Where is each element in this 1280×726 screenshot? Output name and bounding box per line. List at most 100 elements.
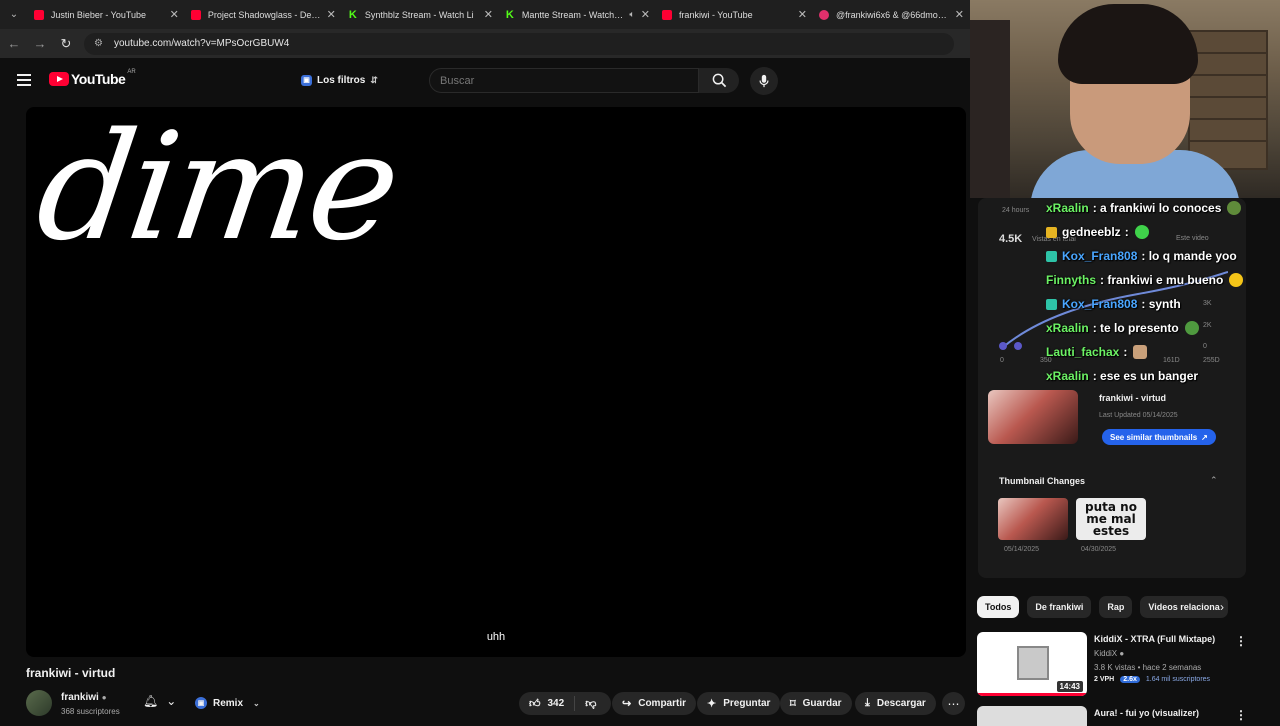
close-icon[interactable]: ✕ (955, 8, 964, 21)
share-button[interactable]: ↪ Compartir (612, 692, 697, 715)
chat-username: Kox_Fran808 (1062, 297, 1138, 311)
browser-tab[interactable]: Justin Bieber - YouTube ✕ (28, 0, 185, 29)
video-caption: uhh (486, 631, 506, 643)
tab-title: Project Shadowglass - Develop (207, 9, 321, 20)
ext-video-title: frankiwi - virtud (1099, 393, 1167, 403)
video-duration: 14:43 (1056, 681, 1083, 692)
thumbnail-changes-title: Thumbnail Changes (999, 476, 1086, 486)
browser-tab-strip: ⌄ Justin Bieber - YouTube ✕ Project Shad… (0, 0, 970, 29)
instagram-icon (818, 9, 829, 20)
recommendation-channel[interactable]: KiddiX ● (1094, 649, 1124, 658)
channel-avatar[interactable] (26, 690, 52, 716)
browser-tab[interactable]: frankiwi - YouTube ✕ (656, 0, 813, 29)
url-text: youtube.com/watch?v=MPsOcrGBUW4 (114, 38, 290, 49)
video-title: frankiwi - virtud (26, 666, 116, 680)
like-count: 342 (547, 698, 565, 709)
chevron-right-icon[interactable]: › (1220, 600, 1224, 614)
search-input[interactable] (430, 69, 698, 92)
search-button[interactable] (699, 68, 739, 93)
bell-icon: 🔔︎ (143, 694, 159, 708)
watch-progress-bar (977, 693, 1087, 696)
chevron-up-icon[interactable]: ⌃ (1210, 475, 1218, 486)
chip-all[interactable]: Todos (977, 596, 1020, 618)
thumbnail-art (1017, 646, 1049, 680)
thumbnail-change[interactable] (998, 498, 1068, 540)
emote-icon (1133, 345, 1148, 359)
youtube-logo[interactable]: YouTube AR (49, 69, 136, 87)
close-icon[interactable]: ✕ (798, 8, 807, 21)
tab-search-dropdown[interactable]: ⌄ (0, 0, 28, 29)
close-icon[interactable]: ✕ (484, 8, 493, 21)
chat-message: Finnyths: frankiwi e mu bueno (1046, 273, 1244, 287)
chat-text: : synth (1141, 297, 1181, 311)
remix-button[interactable]: ▣ Remix ⌄ (195, 692, 260, 714)
channel-name-text: frankiwi (61, 692, 99, 703)
chat-username: xRaalin (1046, 321, 1089, 335)
recommendation-thumbnail[interactable]: 14:43 (977, 632, 1087, 696)
search-box (429, 68, 699, 93)
search-icon (712, 73, 726, 88)
close-icon[interactable]: ✕ (170, 8, 179, 21)
filters-button[interactable]: ▣ Los filtros ⇵ (293, 68, 386, 92)
close-icon[interactable]: ✕ (327, 8, 336, 21)
recommendation-title[interactable]: KiddiX - XTRA (Full Mixtape) (1094, 634, 1215, 644)
extension-stats-card: 24 hours 4.5K Vistas en total Este video… (978, 198, 1246, 578)
menu-icon[interactable] (17, 74, 31, 86)
thumbnail-change[interactable]: puta no me mal estes (1076, 498, 1146, 540)
chat-text: : frankiwi e mu bueno (1100, 273, 1224, 287)
back-icon[interactable]: ← (2, 32, 26, 56)
chip-from-channel[interactable]: De frankiwi (1027, 596, 1092, 618)
download-icon: ⤓ (865, 697, 870, 709)
forward-icon[interactable]: → (28, 32, 52, 56)
chat-username: Lauti_fachax (1046, 345, 1120, 359)
download-button[interactable]: ⤓ Descargar (855, 692, 936, 715)
see-similar-thumbnails-button[interactable]: See similar thumbnails ↗ (1102, 429, 1216, 445)
thumbnail-date: 05/14/2025 (1004, 546, 1040, 553)
browser-tab[interactable]: K Mantte Stream - Watch Live 🔈︎ ✕ (499, 0, 656, 29)
channel-subscribers: 368 suscriptores (61, 707, 120, 716)
browser-tab[interactable]: Project Shadowglass - Develop ✕ (185, 0, 342, 29)
ask-button[interactable]: ✦ Preguntar (697, 692, 781, 715)
notification-bell-button[interactable]: 🔔︎ ⌄ (143, 694, 176, 708)
chip-related[interactable]: Videos relaciona (1140, 596, 1228, 618)
browser-tab[interactable]: @frankiwi6x6 & @66dmon - d ✕ (813, 0, 970, 29)
voice-search-button[interactable] (750, 67, 778, 95)
url-bar[interactable]: ⚙ youtube.com/watch?v=MPsOcrGBUW4 (84, 32, 954, 55)
more-vert-icon[interactable]: ⋮ (1235, 634, 1247, 648)
recommendation-title[interactable]: Aura! - fui yo (visualizer) (1094, 708, 1199, 718)
chat-message: gedneeblz: (1046, 225, 1149, 239)
logo-text: YouTube (71, 71, 126, 87)
emote-icon (1227, 201, 1242, 215)
thumbnail-change-text: puta no me mal estes (1085, 500, 1137, 538)
remix-label: Remix (213, 697, 244, 709)
recommendation-thumbnail[interactable] (977, 706, 1087, 726)
video-player[interactable]: dime uhh (26, 107, 966, 657)
site-info-icon[interactable]: ⚙ (94, 38, 106, 50)
youtube-play-icon (49, 72, 69, 86)
chat-username: xRaalin (1046, 201, 1089, 215)
more-icon: ⋯ (947, 696, 960, 711)
close-icon[interactable]: ✕ (641, 8, 650, 21)
webcam-background-shelf (1188, 30, 1268, 170)
browser-tab[interactable]: K Synthblz Stream - Watch Li ✕ (342, 0, 499, 29)
thumbs-down-icon: 👎︎ (585, 698, 597, 710)
verified-icon: ● (101, 693, 107, 702)
last-updated: Last Updated 05/14/2025 (1099, 412, 1178, 419)
speaker-icon[interactable]: 🔈︎ (629, 9, 634, 20)
video-thumbnail[interactable] (988, 390, 1078, 444)
vph-value: 2 VPH (1094, 676, 1115, 683)
save-button[interactable]: ⌑ Guardar (780, 692, 852, 715)
recommendation-chips: Todos De frankiwi Rap Videos relaciona (977, 596, 1228, 618)
channel-name[interactable]: frankiwi ● (61, 692, 107, 703)
ask-label: Preguntar (723, 698, 771, 709)
emote-icon (1134, 225, 1149, 239)
right-sidebar: 24 hours 4.5K Vistas en total Este video… (970, 198, 1280, 726)
like-button[interactable]: 👍︎ 342 (519, 696, 576, 711)
dislike-button[interactable]: 👎︎ (575, 697, 606, 710)
reload-icon[interactable]: ↻ (54, 32, 78, 56)
crown-badge-icon (1046, 226, 1057, 238)
more-actions-button[interactable]: ⋯ (942, 692, 965, 715)
tab-title: Synthblz Stream - Watch Li (364, 9, 474, 20)
extension-icon: ▣ (301, 74, 312, 86)
chip-rap[interactable]: Rap (1099, 596, 1133, 618)
